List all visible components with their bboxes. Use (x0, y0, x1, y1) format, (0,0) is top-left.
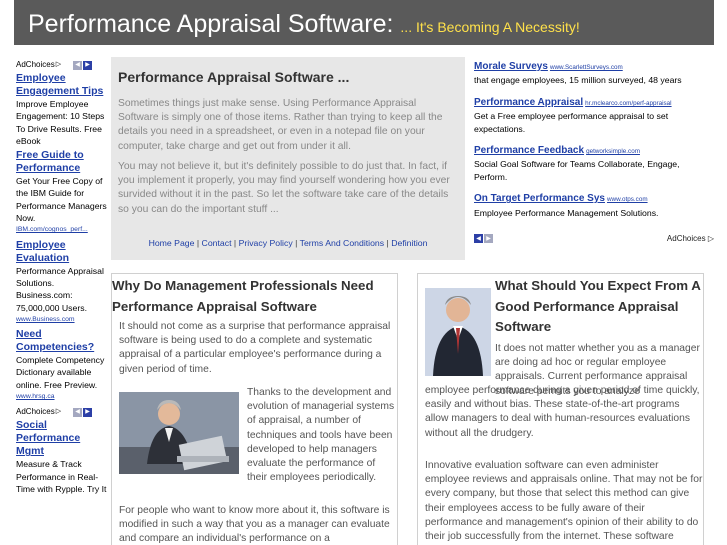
ad-desc: Improve Employee Engagement: 10 Steps To… (16, 99, 105, 146)
next-arrow-icon[interactable]: ▶ (83, 407, 93, 417)
ad-title[interactable]: Morale Surveys (474, 61, 548, 72)
next-arrow-icon[interactable]: ▶ (484, 233, 493, 243)
article-paragraph-3: For people who want to know more about i… (119, 505, 390, 545)
right-ad-column: Morale Surveys www.ScarlettSurveys.com th… (474, 60, 714, 228)
intro-paragraph-1: Sometimes things just make sense. Using … (118, 98, 443, 152)
adchoices-label[interactable]: AdChoices ▷ (667, 234, 714, 243)
intro-title: Performance Appraisal Software ... (118, 69, 350, 85)
adchoices-bar-2[interactable]: AdChoices ▷ ◀ ▶ (14, 405, 108, 419)
right-ad-footer: ◀ ▶ AdChoices ▷ (474, 231, 714, 245)
next-arrow-icon[interactable]: ▶ (83, 60, 93, 70)
left-ad[interactable]: Employee Engagement Tips Improve Employe… (14, 72, 108, 147)
article-paragraph-1: It should not come as a surprise that pe… (119, 321, 391, 375)
ad-desc: Social Goal Software for Teams Collabora… (474, 159, 680, 182)
ad-url[interactable]: hr.mclearco.com/perf-appraisal (585, 100, 671, 107)
article-title: What Should You Expect From A Good Perfo… (495, 278, 701, 334)
ad-url[interactable]: www.otps.com (607, 196, 648, 203)
prev-arrow-icon[interactable]: ◀ (73, 60, 83, 70)
link-contact[interactable]: Contact (202, 238, 232, 248)
ad-desc: Measure & Track Performance in Real-Time… (16, 459, 107, 494)
adchoices-bar[interactable]: AdChoices ▷ ◀ ▶ (14, 58, 108, 72)
link-privacy-policy[interactable]: Privacy Policy (239, 238, 293, 248)
ad-desc: Get Your Free Copy of the IBM Guide for … (16, 176, 107, 224)
ad-title[interactable]: Employee Engagement Tips (16, 72, 108, 98)
left-ad[interactable]: Need Competencies? Complete Competency D… (14, 328, 108, 403)
ad-desc: Complete Competency Dictionary available… (16, 355, 105, 390)
ad-url[interactable]: www.ScarlettSurveys.com (550, 64, 623, 71)
ad-url[interactable]: www.hrsg.ca (16, 391, 108, 403)
site-header: Performance Appraisal Software: ... It's… (14, 0, 714, 45)
intro-box: Performance Appraisal Software ... Somet… (111, 57, 465, 260)
link-definition[interactable]: Definition (391, 238, 427, 248)
ad-title[interactable]: On Target Performance Sys (474, 193, 605, 204)
ad-title[interactable]: Performance Appraisal (474, 97, 583, 108)
article-paragraph-2: Thanks to the development and evolution … (247, 387, 395, 484)
site-tagline: ... It's Becoming A Necessity! (400, 19, 580, 35)
ad-url[interactable]: www.Business.com (16, 314, 108, 326)
left-ad[interactable]: Free Guide to Performance Get Your Free … (14, 149, 108, 236)
ad-title[interactable]: Employee Evaluation (16, 239, 108, 265)
ad-title[interactable]: Performance Feedback (474, 145, 584, 156)
prev-arrow-icon[interactable]: ◀ (73, 407, 83, 417)
businessman-laptop-photo (119, 392, 239, 474)
article-paragraph-3: Innovative evaluation software can even … (425, 460, 703, 543)
ad-desc: Performance Appraisal Solutions. Busines… (16, 265, 104, 313)
right-ad[interactable]: Performance Feedback getworksimple.com So… (474, 144, 714, 183)
article-what: What Should You Expect From A Good Perfo… (417, 273, 704, 545)
ad-desc: Get a Free employee performance appraisa… (474, 111, 669, 134)
link-home-page[interactable]: Home Page (149, 238, 195, 248)
adchoices-icon: ▷ (55, 408, 62, 416)
article-title: Why Do Management Professionals Need Per… (112, 278, 374, 314)
ad-desc: Employee Performance Management Solution… (474, 207, 659, 218)
ad-desc: that engage employees, 15 million survey… (474, 75, 682, 86)
prev-arrow-icon[interactable]: ◀ (474, 233, 483, 243)
footer-links: Home Page | Contact | Privacy Policy | T… (148, 238, 428, 248)
link-terms[interactable]: Terms And Conditions (300, 238, 385, 248)
article-paragraph-2: employee performance during a given peri… (425, 385, 700, 439)
adchoices-icon: ▷ (707, 233, 714, 243)
right-ad[interactable]: On Target Performance Sys www.otps.com Em… (474, 192, 714, 219)
right-ad[interactable]: Morale Surveys www.ScarlettSurveys.com th… (474, 60, 714, 87)
ad-url[interactable]: getworksimple.com (586, 148, 640, 155)
right-ad[interactable]: Performance Appraisal hr.mclearco.com/per… (474, 96, 714, 135)
intro-paragraph-2: You may not believe it, but it's definit… (118, 161, 450, 215)
left-ad-column: AdChoices ▷ ◀ ▶ Employee Engagement Tips I… (14, 58, 108, 545)
left-ad[interactable]: Social Performance Mgmt Measure & Track … (14, 419, 108, 495)
adchoices-icon: ▷ (55, 60, 62, 68)
article-why: Why Do Management Professionals Need Per… (111, 273, 398, 545)
businessman-photo (425, 288, 491, 376)
left-ad[interactable]: Employee Evaluation Performance Appraisa… (14, 239, 108, 326)
ad-title[interactable]: Social Performance Mgmt (16, 419, 108, 458)
ad-title[interactable]: Need Competencies? (16, 328, 108, 354)
site-title: Performance Appraisal Software: ... It's… (28, 10, 580, 38)
ad-title[interactable]: Free Guide to Performance (16, 149, 108, 175)
ad-url[interactable]: IBM.com/cognos_perf... (16, 224, 108, 236)
